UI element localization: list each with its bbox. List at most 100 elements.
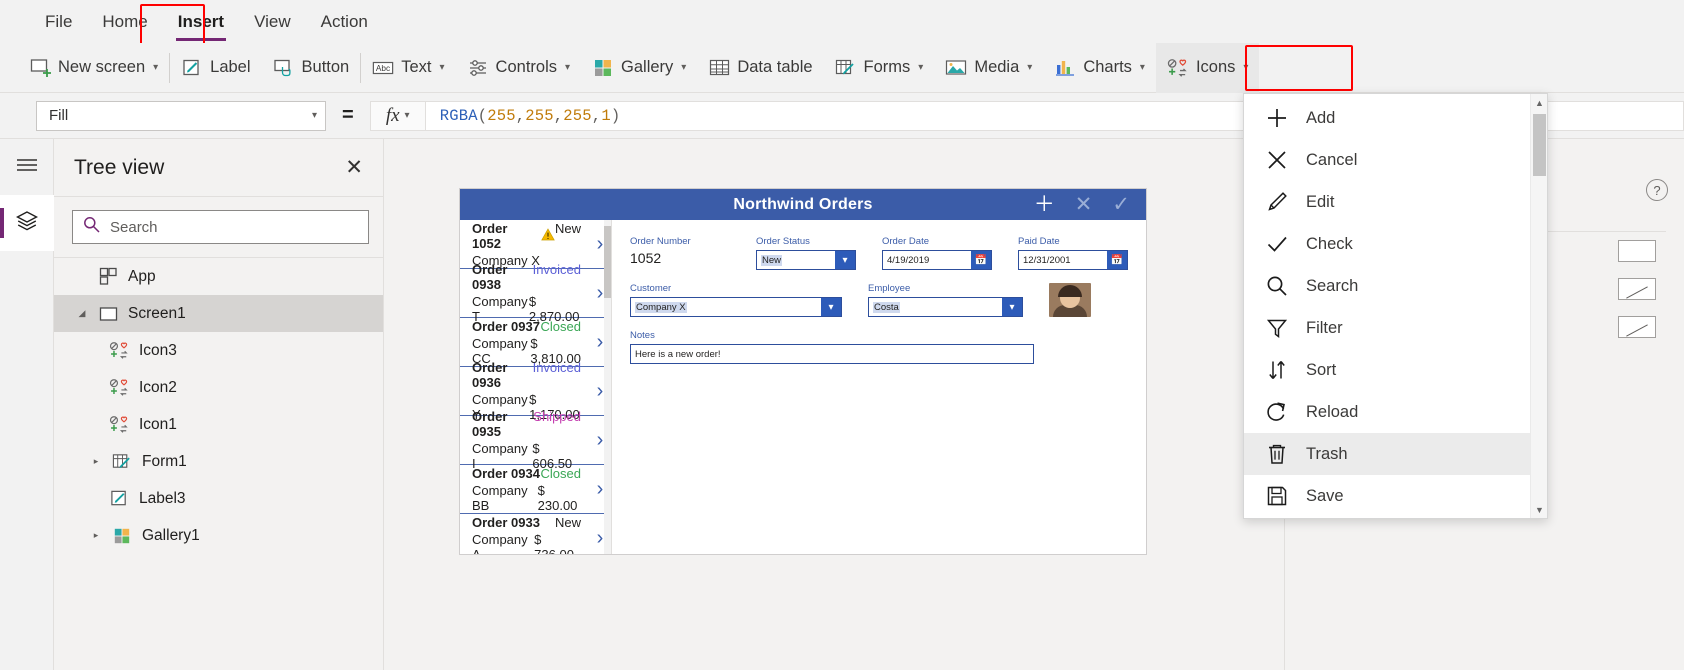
paid-date-input[interactable]: 12/31/2001 📅 (1018, 250, 1128, 270)
ribbon-text[interactable]: Abc Text ▾ (361, 43, 455, 93)
tree-item-label: Icon3 (139, 341, 177, 359)
icons-menu-item-add[interactable]: Add (1244, 97, 1530, 139)
formula-close-paren: ) (610, 106, 621, 125)
background-image-swatch[interactable] (1618, 278, 1656, 300)
tree-view-button[interactable] (0, 195, 54, 251)
icons-menu-item-trash[interactable]: Trash (1244, 433, 1530, 475)
icons-menu-item-cancel[interactable]: Cancel (1244, 139, 1530, 181)
check-icon[interactable]: ✓ (1112, 194, 1130, 215)
gallery-row[interactable]: Order 0933 New Company A $ 736.00 › (460, 514, 611, 555)
order-date-input[interactable]: 4/19/2019 📅 (882, 250, 992, 270)
field-notes[interactable]: Notes Here is a new order! (630, 330, 1034, 364)
help-icon[interactable]: ? (1646, 179, 1668, 201)
screen-icon (97, 304, 119, 324)
ribbon-new-screen[interactable]: New screen ▾ (18, 43, 169, 93)
calendar-icon[interactable]: 📅 (1107, 251, 1127, 269)
tree-item-screen1[interactable]: ◢ Screen1 (54, 295, 383, 332)
calendar-icon[interactable]: 📅 (971, 251, 991, 269)
menu-item-view[interactable]: View (239, 3, 306, 41)
tree-item-form1[interactable]: ▸ Form1 (54, 443, 383, 480)
tree-expander[interactable]: ▸ (90, 530, 102, 541)
fx-button[interactable]: fx ▾ (369, 100, 426, 131)
fill-color-swatch[interactable] (1618, 240, 1656, 262)
ribbon-forms[interactable]: Forms ▾ (824, 43, 935, 93)
close-icon[interactable]: ✕ (345, 157, 363, 178)
tree-expander[interactable]: ◢ (76, 308, 88, 319)
employee-dropdown[interactable]: Costa ▾ (868, 297, 1023, 317)
search-placeholder: Search (110, 218, 158, 236)
field-paid-date[interactable]: Paid Date 12/31/2001 📅 (1018, 236, 1128, 270)
gallery-scroll-thumb[interactable] (604, 226, 611, 298)
cancel-icon[interactable]: ✕ (1075, 194, 1093, 215)
ribbon-label[interactable]: Label (170, 43, 261, 93)
tree-item-app[interactable]: App (54, 258, 383, 295)
chevron-down-icon[interactable]: ▾ (835, 251, 855, 269)
scroll-up-arrow-icon[interactable]: ▲ (1531, 94, 1548, 111)
icons-menu-item-save[interactable]: Save (1244, 475, 1530, 517)
order-detail-form[interactable]: Order Number 1052 Order Status New ▾ Ord… (612, 220, 1146, 554)
gallery-row-content: Order 1052 New Company X (472, 221, 589, 268)
tree-item-icon3[interactable]: Icon3 (54, 332, 383, 369)
field-label: Order Date (882, 236, 929, 247)
plus-icon (1264, 105, 1290, 131)
gallery-grid-icon (111, 526, 133, 546)
menu-item-home[interactable]: Home (87, 3, 162, 41)
gallery-scrollbar[interactable] (604, 220, 611, 554)
icons-menu-scroll-thumb[interactable] (1533, 114, 1546, 176)
icons-menu-item-sort[interactable]: Sort (1244, 349, 1530, 391)
ribbon-data-table[interactable]: Data table (697, 43, 823, 93)
menu-item-insert[interactable]: Insert (163, 3, 239, 41)
ribbon-media[interactable]: Media ▾ (934, 43, 1043, 93)
search-input[interactable]: Search (72, 210, 369, 244)
order-status: Invoiced (532, 360, 581, 375)
gallery-row[interactable]: Order 0935 Shipped Company I $ 606.50 › (460, 409, 611, 471)
icons-menu-item-search[interactable]: Search (1244, 265, 1530, 307)
warning-triangle-icon (541, 227, 555, 244)
tree-item-icon1[interactable]: Icon1 (54, 406, 383, 443)
gallery-row[interactable]: Order 0938 Invoiced Company T $ 2,870.00… (460, 262, 611, 324)
field-value: Company X (635, 301, 687, 313)
orders-gallery[interactable]: Order 1052 New Company X › Order 0938 In… (460, 220, 612, 554)
property-selector[interactable]: Fill ▾ (36, 100, 326, 131)
icons-dropdown-menu[interactable]: Add Cancel Edit Check Search Filter Sort… (1243, 93, 1548, 519)
field-value: New (761, 254, 783, 266)
scroll-down-arrow-icon[interactable]: ▼ (1531, 501, 1548, 518)
gallery-row[interactable]: Order 0934 Closed Company BB $ 230.00 › (460, 465, 611, 514)
ribbon-gallery[interactable]: Gallery ▾ (581, 43, 697, 93)
icons-menu-scrollbar[interactable]: ▲ ▼ (1530, 94, 1547, 518)
field-order-status[interactable]: Order Status New ▾ (756, 236, 856, 270)
field-employee[interactable]: Employee Costa ▾ (868, 283, 1023, 317)
ribbon-icons[interactable]: Icons ▾ (1155, 42, 1260, 93)
label-icon (108, 489, 130, 509)
ribbon-button[interactable]: Button (262, 43, 361, 93)
gallery-row-line-1: Order 0934 Closed (472, 466, 589, 481)
notes-input[interactable]: Here is a new order! (630, 344, 1034, 364)
chevron-down-icon[interactable]: ▾ (821, 298, 841, 316)
ribbon-controls[interactable]: Controls ▾ (456, 43, 581, 93)
hamburger-menu-button[interactable] (0, 139, 54, 195)
order-company: Company A (472, 531, 528, 555)
order-number: Order 1052 (472, 221, 555, 251)
formula-open-paren: ( (477, 106, 488, 125)
tree-item-icon2[interactable]: Icon2 (54, 369, 383, 406)
menu-item-file[interactable]: File (30, 3, 87, 41)
magnifier-icon (1264, 273, 1290, 299)
app-preview[interactable]: Northwind Orders ＋ ✕ ✓ Order 1052 New Co… (460, 189, 1146, 554)
customer-dropdown[interactable]: Company X ▾ (630, 297, 842, 317)
app-title-text: Northwind Orders (733, 195, 873, 213)
tree-item-gallery1[interactable]: ▸ Gallery1 (54, 517, 383, 554)
field-customer[interactable]: Customer Company X ▾ (630, 283, 842, 317)
add-icon[interactable]: ＋ (1034, 194, 1055, 215)
order-status-dropdown[interactable]: New ▾ (756, 250, 856, 270)
icons-menu-item-check[interactable]: Check (1244, 223, 1530, 265)
chevron-down-icon[interactable]: ▾ (1002, 298, 1022, 316)
ribbon-charts[interactable]: Charts ▾ (1043, 43, 1156, 93)
tree-expander[interactable]: ▸ (90, 456, 102, 467)
image-position-swatch[interactable] (1618, 316, 1656, 338)
icons-menu-item-edit[interactable]: Edit (1244, 181, 1530, 223)
field-order-date[interactable]: Order Date 4/19/2019 📅 (882, 236, 992, 270)
tree-item-label3[interactable]: Label3 (54, 480, 383, 517)
menu-item-action[interactable]: Action (306, 3, 383, 41)
icons-menu-item-filter[interactable]: Filter (1244, 307, 1530, 349)
icons-menu-item-reload[interactable]: Reload (1244, 391, 1530, 433)
